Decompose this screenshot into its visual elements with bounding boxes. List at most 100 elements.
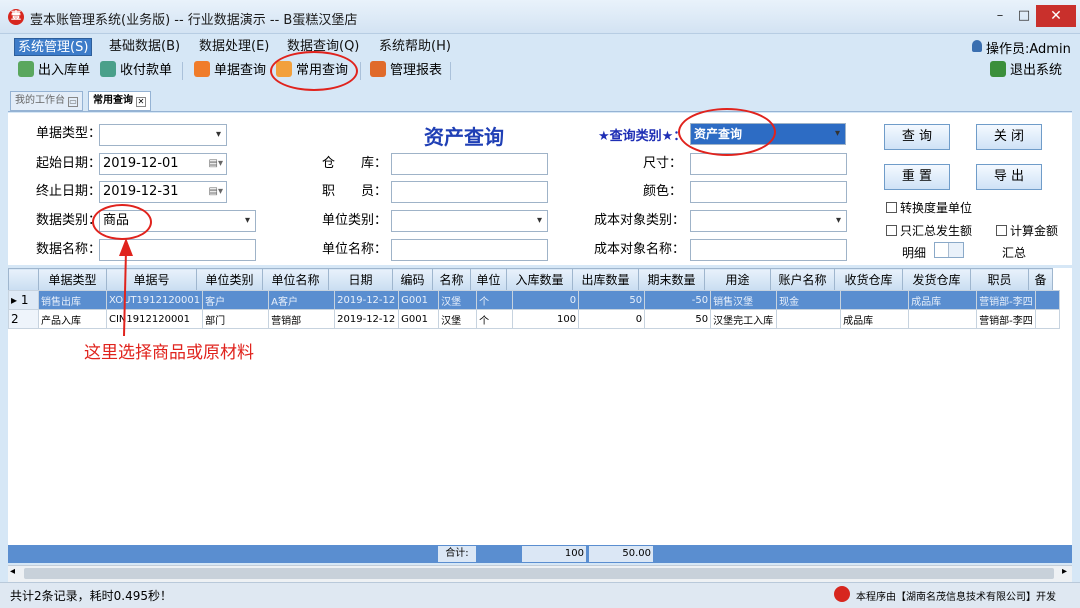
doc-type-select[interactable] [99,124,227,146]
table-cell[interactable]: 2019-12-12 [334,290,400,310]
size-input[interactable] [690,153,847,175]
column-header[interactable]: 日期 [328,268,393,291]
column-header[interactable]: 出库数量 [572,268,639,291]
column-header[interactable]: 编码 [392,268,433,291]
table-cell[interactable]: G001 [398,290,440,310]
column-header[interactable]: 收货仓库 [834,268,903,291]
table-cell[interactable]: 客户 [202,290,270,310]
column-header[interactable]: 职员 [970,268,1029,291]
table-row[interactable]: ▸ 1 销售出库 XOUT1912120001 客户 A客户 2019-12-12 G001… [8,290,1060,310]
query-button[interactable]: 查 询 [884,124,950,150]
row-header[interactable]: ▸ 1 [8,290,39,310]
row-header[interactable]: 2 [8,309,39,329]
close-tab-icon[interactable]: ✕ [136,97,146,107]
menu-data-processing[interactable]: 数据处理(E) [196,38,272,56]
menu-basic-data[interactable]: 基础数据(B) [106,38,183,56]
column-header[interactable]: 备 [1028,268,1053,291]
table-cell[interactable]: 汉堡 [438,290,478,310]
table-row[interactable]: 2 产品入库 CIN1912120001 部门 营销部 2019-12-12 G001 汉堡个… [8,309,1060,329]
menu-system[interactable]: 系统管理(S) [14,38,93,56]
minimize-button[interactable]: – [988,5,1012,27]
table-cell[interactable]: 50 [578,290,646,310]
scroll-right-icon[interactable]: ▸ [1062,566,1067,577]
doc-query-label: 单据查询 [214,63,267,78]
end-date-picker[interactable]: 2019-12-31 [99,181,227,203]
column-header[interactable]: 单位名称 [262,268,329,291]
column-header[interactable]: 单据类型 [38,268,107,291]
warehouse-input[interactable] [391,153,548,175]
column-header[interactable]: 期末数量 [638,268,705,291]
tab-common-query[interactable]: 常用查询 ✕ [88,91,151,111]
table-cell[interactable] [776,309,842,329]
table-cell[interactable]: 0 [512,290,580,310]
column-header[interactable] [8,268,39,291]
table-cell[interactable]: 汉堡 [438,309,478,329]
table-cell[interactable] [908,309,978,329]
page-title: 资产查询 [424,125,504,149]
table-cell[interactable]: 现金 [776,290,842,310]
table-cell[interactable]: 部门 [202,309,270,329]
table-cell[interactable] [1034,290,1060,310]
column-header[interactable]: 用途 [704,268,771,291]
column-header[interactable]: 名称 [432,268,471,291]
table-cell[interactable]: 0 [578,309,646,329]
tab-workbench[interactable]: 我的工作台 ▭ [10,91,83,111]
scroll-left-icon[interactable]: ◂ [10,566,15,577]
detail-label: 明细 [902,246,927,260]
table-cell[interactable]: 个 [476,309,514,329]
convert-unit-checkbox[interactable]: 转换度量单位 [886,199,972,216]
cost-name-input[interactable] [690,239,847,261]
reset-button[interactable]: 重 置 [884,164,950,190]
table-cell[interactable]: 100 [512,309,580,329]
report-button[interactable]: 管理报表 [370,60,442,82]
unit-name-input[interactable] [391,239,548,261]
toolbar-separator [182,62,183,80]
table-cell[interactable]: 个 [476,290,514,310]
close-button[interactable]: 关 闭 [976,124,1042,150]
maximize-button[interactable]: □ [1012,5,1036,27]
close-window-button[interactable]: ✕ [1036,5,1076,27]
table-cell[interactable]: -50 [644,290,712,310]
table-cell[interactable]: G001 [398,309,440,329]
table-cell[interactable] [1034,309,1060,329]
column-header[interactable]: 单位类别 [196,268,263,291]
column-header[interactable]: 入库数量 [506,268,573,291]
table-cell[interactable]: 50 [644,309,712,329]
color-input[interactable] [690,181,847,203]
table-cell[interactable]: 汉堡完工入库 [710,309,778,329]
table-cell[interactable]: 营销部 [268,309,336,329]
menu-help[interactable]: 系统帮助(H) [376,38,454,56]
doc-query-button[interactable]: 单据查询 [194,60,266,82]
table-cell[interactable]: 2019-12-12 [334,309,400,329]
table-cell[interactable] [840,290,910,310]
color-label: 颜色： [643,184,683,199]
cost-category-select[interactable] [690,210,847,232]
calc-amount-checkbox[interactable]: 计算金额 [996,222,1058,239]
table-cell[interactable]: 营销部-李四 [976,290,1036,310]
scroll-thumb[interactable] [24,568,1054,579]
app-logo-icon: 壹 [8,9,24,25]
column-header[interactable]: 单位 [470,268,507,291]
warehouse-label: 仓 库： [322,156,388,171]
start-date-picker[interactable]: 2019-12-01 [99,153,227,175]
staff-input[interactable] [391,181,548,203]
only-summary-checkbox[interactable]: 只汇总发生额 [886,222,972,239]
export-button[interactable]: 导 出 [976,164,1042,190]
column-header[interactable]: 账户名称 [770,268,835,291]
calc-amount-label: 计算金额 [1010,224,1059,238]
table-cell[interactable]: 产品入库 [38,309,107,329]
table-cell[interactable]: A客户 [268,290,336,310]
restore-icon[interactable]: ▭ [68,97,78,107]
toggle-knob[interactable] [935,243,949,257]
unit-category-select[interactable] [391,210,548,232]
table-cell[interactable]: 成品库 [908,290,978,310]
table-cell[interactable]: 销售汉堡 [710,290,778,310]
inout-doc-button[interactable]: 出入库单 [18,60,90,82]
toolbar-separator [360,62,361,80]
table-cell[interactable]: 销售出库 [38,290,107,310]
payment-doc-button[interactable]: 收付款单 [100,60,172,82]
exit-system-button[interactable]: 退出系统 [990,60,1062,82]
table-cell[interactable]: 营销部-李四 [976,309,1036,329]
column-header[interactable]: 发货仓库 [902,268,971,291]
table-cell[interactable]: 成品库 [840,309,910,329]
